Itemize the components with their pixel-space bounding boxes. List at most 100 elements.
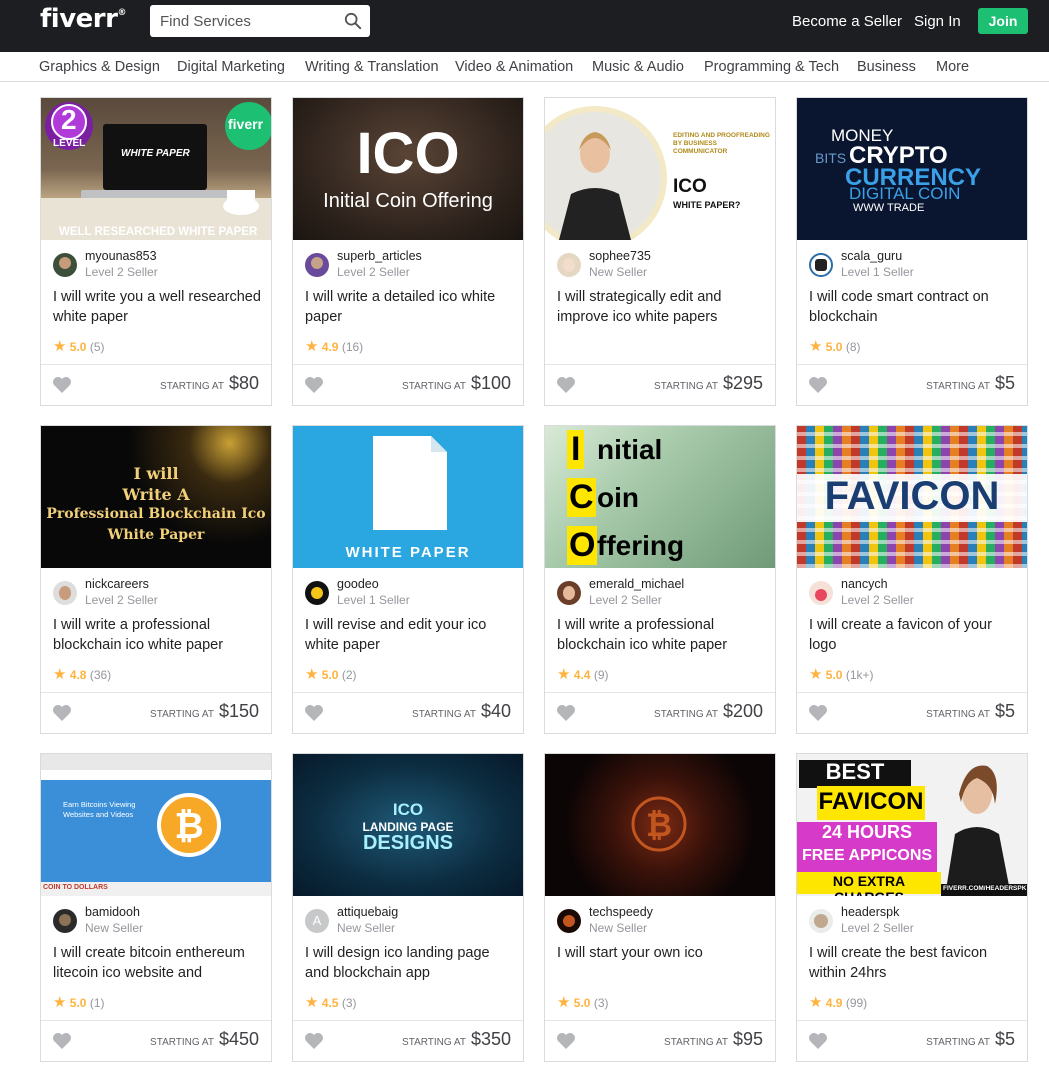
category-programming-tech[interactable]: Programming & Tech [704, 59, 839, 75]
search-box [150, 5, 370, 37]
gig-card[interactable]: EDITING AND PROOFREADING BY BUSINESS COM… [544, 97, 776, 406]
gig-card[interactable]: ₿ Earn Bitcoins Viewing Websites and Vid… [40, 753, 272, 1062]
category-business[interactable]: Business [857, 59, 916, 75]
gig-card[interactable]: I nitial C oin O ffering emerald_michael… [544, 425, 776, 734]
heart-icon[interactable] [808, 376, 828, 394]
join-button[interactable]: Join [978, 8, 1028, 34]
avatar[interactable] [557, 909, 581, 933]
gig-card[interactable]: I will Write A Professional Blockchain I… [40, 425, 272, 734]
category-more[interactable]: More [936, 59, 969, 75]
gig-card[interactable]: 2 LEVEL fiverr WHITE PAPER WELL RESEARCH… [40, 97, 272, 406]
category-music-audio[interactable]: Music & Audio [592, 59, 684, 75]
seller-name[interactable]: bamidooh [85, 905, 140, 919]
gig-thumbnail[interactable]: ₿ Earn Bitcoins Viewing Websites and Vid… [41, 754, 271, 896]
thumbnail-caption: COIN TO DOLLARS [43, 884, 108, 891]
gig-title[interactable]: I will create the best favicon within 24… [809, 943, 1017, 983]
gig-card[interactable]: FAVICON nancych Level 2 Seller I will cr… [796, 425, 1028, 734]
heart-icon[interactable] [304, 376, 324, 394]
search-input[interactable] [150, 5, 340, 37]
gig-thumbnail[interactable]: ₿ [545, 754, 775, 896]
rating-count: (16) [341, 340, 364, 354]
heart-icon[interactable] [52, 704, 72, 722]
thumbnail-line-1: ICO [392, 800, 424, 819]
gig-thumbnail[interactable]: BEST FAVICON 24 HOURS FREE APPICONS NO E… [797, 754, 1027, 896]
become-seller-link[interactable]: Become a Seller [792, 13, 902, 30]
avatar[interactable] [557, 581, 581, 605]
seller-name[interactable]: nancych [841, 577, 888, 591]
gig-title[interactable]: I will code smart contract on blockchain [809, 287, 1017, 327]
starting-label: STARTING AT [664, 1037, 728, 1048]
avatar[interactable]: A [305, 909, 329, 933]
gig-title[interactable]: I will strategically edit and improve ic… [557, 287, 765, 327]
gig-title[interactable]: I will create bitcoin enthereum litecoin… [53, 943, 261, 983]
avatar[interactable] [53, 253, 77, 277]
gig-thumbnail[interactable]: I nitial C oin O ffering [545, 426, 775, 568]
gig-title[interactable]: I will create a favicon of your logo [809, 615, 1017, 655]
seller-name[interactable]: scala_guru [841, 249, 902, 263]
sign-in-link[interactable]: Sign In [914, 13, 961, 30]
gig-card[interactable]: ICO Initial Coin Offering superb_article… [292, 97, 524, 406]
heart-icon[interactable] [52, 376, 72, 394]
seller-name[interactable]: sophee735 [589, 249, 651, 263]
heart-icon[interactable] [808, 704, 828, 722]
heart-icon[interactable] [808, 1032, 828, 1050]
seller-name[interactable]: attiquebaig [337, 905, 398, 919]
card-footer: STARTING AT $350 [293, 1020, 523, 1061]
gig-card[interactable]: MONEY BITS CRYPTO CURRENCY DIGITAL COIN … [796, 97, 1028, 406]
heart-icon[interactable] [556, 704, 576, 722]
avatar[interactable] [305, 253, 329, 277]
level-badge-label: LEVEL [53, 138, 86, 149]
gig-thumbnail[interactable]: ICO LANDING PAGE DESIGNS [293, 754, 523, 896]
avatar[interactable] [809, 581, 833, 605]
seller-name[interactable]: techspeedy [589, 905, 653, 919]
category-digital-marketing[interactable]: Digital Marketing [177, 59, 285, 75]
gig-title[interactable]: I will start your own ico [557, 943, 765, 963]
gig-thumbnail[interactable]: EDITING AND PROOFREADING BY BUSINESS COM… [545, 98, 775, 240]
heart-icon[interactable] [304, 704, 324, 722]
heart-icon[interactable] [52, 1032, 72, 1050]
gig-card[interactable]: WHITE PAPER goodeo Level 1 Seller I will… [292, 425, 524, 734]
gig-title[interactable]: I will write a professional blockchain i… [53, 615, 261, 655]
gig-thumbnail[interactable]: ICO Initial Coin Offering [293, 98, 523, 240]
avatar[interactable] [809, 909, 833, 933]
avatar[interactable] [53, 581, 77, 605]
avatar[interactable] [809, 253, 833, 277]
seller-level: New Seller [337, 921, 396, 935]
seller-name[interactable]: goodeo [337, 577, 379, 591]
gig-thumbnail[interactable]: MONEY BITS CRYPTO CURRENCY DIGITAL COIN … [797, 98, 1027, 240]
gig-card[interactable]: ICO LANDING PAGE DESIGNS A attiquebaig N… [292, 753, 524, 1062]
rating-count: (1) [89, 996, 105, 1010]
gig-title[interactable]: I will write you a well researched white… [53, 287, 261, 327]
star-icon: ★ [53, 994, 67, 1011]
gig-thumbnail[interactable]: I will Write A Professional Blockchain I… [41, 426, 271, 568]
avatar[interactable] [557, 253, 581, 277]
avatar[interactable] [305, 581, 329, 605]
category-writing-translation[interactable]: Writing & Translation [305, 59, 439, 75]
seller-name[interactable]: headerspk [841, 905, 899, 919]
heart-icon[interactable] [556, 376, 576, 394]
heart-icon[interactable] [304, 1032, 324, 1050]
search-icon[interactable] [344, 12, 362, 30]
thumbnail-subtitle: WHITE PAPER? [673, 200, 741, 210]
seller-name[interactable]: emerald_michael [589, 577, 684, 591]
avatar[interactable] [53, 909, 77, 933]
category-video-animation[interactable]: Video & Animation [455, 59, 573, 75]
fiverr-logo[interactable]: fiverr® [40, 4, 126, 34]
seller-level: Level 2 Seller [841, 921, 914, 935]
gig-thumbnail[interactable]: FAVICON [797, 426, 1027, 568]
gig-title[interactable]: I will write a professional blockchain i… [557, 615, 765, 655]
heart-icon[interactable] [556, 1032, 576, 1050]
rating-score: 5.0 [825, 668, 843, 682]
seller-name[interactable]: superb_articles [337, 249, 422, 263]
gig-title[interactable]: I will design ico landing page and block… [305, 943, 513, 983]
seller-name[interactable]: nickcareers [85, 577, 149, 591]
gig-title[interactable]: I will write a detailed ico white paper [305, 287, 513, 327]
gig-card[interactable]: ₿ techspeedy New Seller I will start you… [544, 753, 776, 1062]
category-graphics-design[interactable]: Graphics & Design [39, 59, 160, 75]
gig-thumbnail[interactable]: WHITE PAPER [293, 426, 523, 568]
gig-card[interactable]: BEST FAVICON 24 HOURS FREE APPICONS NO E… [796, 753, 1028, 1062]
gig-thumbnail[interactable]: 2 LEVEL fiverr WHITE PAPER WELL RESEARCH… [41, 98, 271, 240]
seller-name[interactable]: myounas853 [85, 249, 157, 263]
gig-title[interactable]: I will revise and edit your ico white pa… [305, 615, 513, 655]
starting-label: STARTING AT [654, 709, 718, 720]
